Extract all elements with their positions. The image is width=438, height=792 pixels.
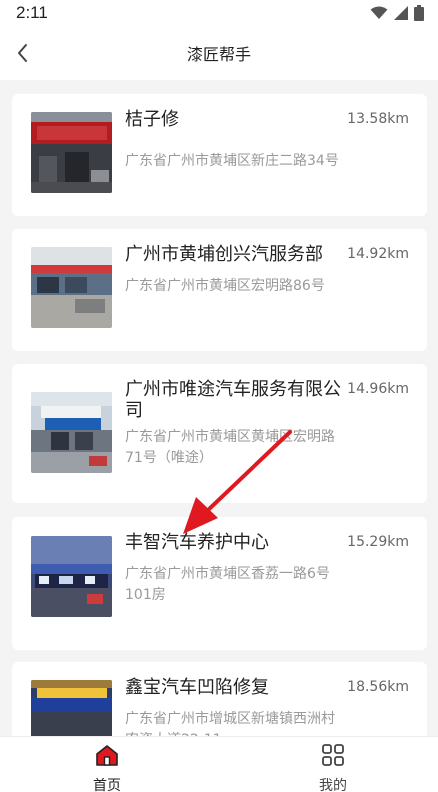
tab-home[interactable]: 首页 xyxy=(67,737,147,792)
shop-address: 广东省广州市黄埔区新庄二路34号 xyxy=(125,153,339,169)
shop-address: 广东省广州市增城区新塘镇西洲村农资大道22-11 xyxy=(125,711,335,736)
shop-photo xyxy=(31,247,112,328)
shop-card-4[interactable]: 丰智汽车养护中心 15.29km 广东省广州市黄埔区香荔一路6号101房 xyxy=(12,517,427,650)
back-button[interactable] xyxy=(8,38,36,68)
shop-card-1[interactable]: 桔子修 13.58km 广东省广州市黄埔区新庄二路34号 xyxy=(12,94,427,216)
tab-bar: 首页 我的 xyxy=(0,736,438,792)
shop-name: 广州市唯途汽车服务有限公司 xyxy=(125,379,341,421)
header: 漆匠帮手 xyxy=(0,26,438,80)
shop-address: 广东省广州市黄埔区宏明路86号 xyxy=(125,278,325,294)
back-arrow-icon xyxy=(18,44,27,62)
shop-distance: 18.56km xyxy=(347,679,409,695)
shop-address: 广东省广州市黄埔区黄埔区宏明路71号（唯途） xyxy=(125,429,335,466)
shop-name: 丰智汽车养护中心 xyxy=(125,532,269,553)
shop-name: 广州市黄埔创兴汽服务部 xyxy=(125,244,323,265)
status-bar: 2:11 xyxy=(0,0,438,26)
shop-address: 广东省广州市黄埔区香荔一路6号101房 xyxy=(125,566,330,603)
signal-icon xyxy=(394,6,408,20)
tab-label: 我的 xyxy=(319,778,347,792)
home-icon xyxy=(96,745,118,766)
page-title: 漆匠帮手 xyxy=(186,45,251,64)
grid-icon xyxy=(322,744,344,766)
shop-name: 鑫宝汽车凹陷修复 xyxy=(125,677,269,698)
shop-distance: 14.96km xyxy=(347,381,409,397)
shop-photo xyxy=(31,536,112,617)
shop-photo xyxy=(31,112,112,193)
battery-icon xyxy=(414,5,424,21)
shop-photo xyxy=(31,680,112,736)
tab-mine[interactable]: 我的 xyxy=(293,737,373,792)
shop-card-2[interactable]: 广州市黄埔创兴汽服务部 14.92km 广东省广州市黄埔区宏明路86号 xyxy=(12,229,427,351)
tab-label: 首页 xyxy=(93,778,121,792)
shop-photo xyxy=(31,392,112,473)
shop-distance: 15.29km xyxy=(347,534,409,550)
status-icons xyxy=(370,5,424,21)
shop-card-3[interactable]: 广州市唯途汽车服务有限公司 14.96km 广东省广州市黄埔区黄埔区宏明路71号… xyxy=(12,364,427,503)
shop-name: 桔子修 xyxy=(125,109,179,130)
shop-list[interactable]: 桔子修 13.58km 广东省广州市黄埔区新庄二路34号 广州市黄埔创兴汽服务部… xyxy=(0,80,438,736)
shop-distance: 13.58km xyxy=(347,111,409,127)
shop-distance: 14.92km xyxy=(347,246,409,262)
wifi-icon xyxy=(370,6,388,19)
status-time: 2:11 xyxy=(16,3,48,22)
shop-card-5[interactable]: 鑫宝汽车凹陷修复 18.56km 广东省广州市增城区新塘镇西洲村农资大道22-1… xyxy=(12,662,427,736)
